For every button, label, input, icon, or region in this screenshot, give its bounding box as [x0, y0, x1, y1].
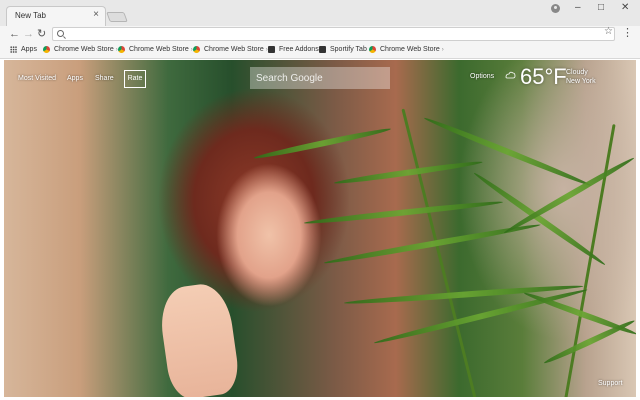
- new-tab-button[interactable]: [106, 12, 128, 22]
- bookmark-label: Chrome Web Store: [204, 46, 264, 53]
- apps-link[interactable]: Apps: [67, 75, 83, 82]
- chrome-web-store-icon: [193, 46, 200, 53]
- bookmark-label: Chrome Web Store: [54, 46, 114, 53]
- rate-button[interactable]: Rate: [124, 70, 146, 88]
- bookmark-label: Sportify Tab: [330, 46, 367, 53]
- tab-new-tab[interactable]: New Tab ×: [6, 6, 106, 26]
- bookmark-label: Chrome Web Store: [380, 46, 440, 53]
- bookmark-chrome-web-store[interactable]: Chrome Web Store ›: [43, 46, 118, 53]
- bookmark-apps[interactable]: Apps: [10, 46, 37, 53]
- bookmark-chrome-web-store[interactable]: Chrome Web Store ›: [369, 46, 444, 53]
- tab-close-icon[interactable]: ×: [93, 9, 99, 20]
- apps-grid-icon: [10, 46, 17, 53]
- palm-leaf: [333, 159, 483, 186]
- chrome-web-store-icon: [43, 46, 50, 53]
- bookmark-label: Chrome Web Store: [129, 46, 189, 53]
- most-visited-link[interactable]: Most Visited: [18, 75, 56, 82]
- chrome-web-store-icon: [369, 46, 376, 53]
- forward-icon[interactable]: →: [23, 27, 34, 41]
- close-window-button[interactable]: ✕: [621, 2, 629, 13]
- share-link[interactable]: Share: [95, 75, 114, 82]
- star-icon[interactable]: ☆: [604, 26, 613, 37]
- minimize-button[interactable]: –: [575, 2, 581, 13]
- profile-icon[interactable]: [551, 4, 560, 13]
- palm-leaf: [303, 199, 504, 226]
- bookmark-label: Free Addons: [279, 46, 319, 53]
- palm-stem: [401, 108, 477, 397]
- bookmark-label: Apps: [21, 46, 37, 53]
- back-icon[interactable]: ←: [9, 27, 20, 41]
- browser-toolbar: ← → ↻ ☆ ⋮: [0, 26, 640, 43]
- weather-location: New York: [566, 78, 596, 85]
- support-link[interactable]: Support: [598, 380, 623, 387]
- bookmark-chrome-web-store[interactable]: Chrome Web Store ›: [118, 46, 193, 53]
- search-icon: [57, 30, 64, 37]
- palm-leaf: [502, 155, 636, 236]
- options-link[interactable]: Options: [470, 73, 494, 80]
- menu-icon[interactable]: ⋮: [622, 26, 633, 39]
- address-bar[interactable]: [52, 27, 615, 41]
- chrome-web-store-icon: [118, 46, 125, 53]
- weather-icon: [505, 71, 516, 79]
- hand-shape: [156, 280, 242, 397]
- palm-stem: [564, 123, 616, 397]
- google-search-box[interactable]: [250, 67, 390, 89]
- tab-title: New Tab: [15, 11, 46, 20]
- maximize-button[interactable]: □: [598, 2, 604, 13]
- search-input[interactable]: [250, 67, 390, 89]
- temperature: 65°F: [520, 64, 567, 89]
- bookmarks-bar: Apps Chrome Web Store › Chrome Web Store ›…: [0, 43, 640, 59]
- bookmark-free-addons[interactable]: Free Addons: [268, 46, 319, 53]
- palm-leaf: [542, 318, 636, 366]
- sportify-tab-icon: [319, 46, 326, 53]
- tab-strip: New Tab × – □ ✕: [0, 0, 640, 26]
- palm-leaf: [253, 125, 392, 161]
- free-addons-icon: [268, 46, 275, 53]
- palm-leaf: [422, 115, 593, 189]
- bookmark-sportify-tab[interactable]: Sportify Tab: [319, 46, 367, 53]
- weather-condition: Cloudy: [566, 69, 588, 76]
- reload-icon[interactable]: ↻: [37, 27, 46, 41]
- bookmark-chrome-web-store[interactable]: Chrome Web Store ›: [193, 46, 268, 53]
- new-tab-page: Most Visited Apps Share Rate Options 65°…: [4, 60, 636, 397]
